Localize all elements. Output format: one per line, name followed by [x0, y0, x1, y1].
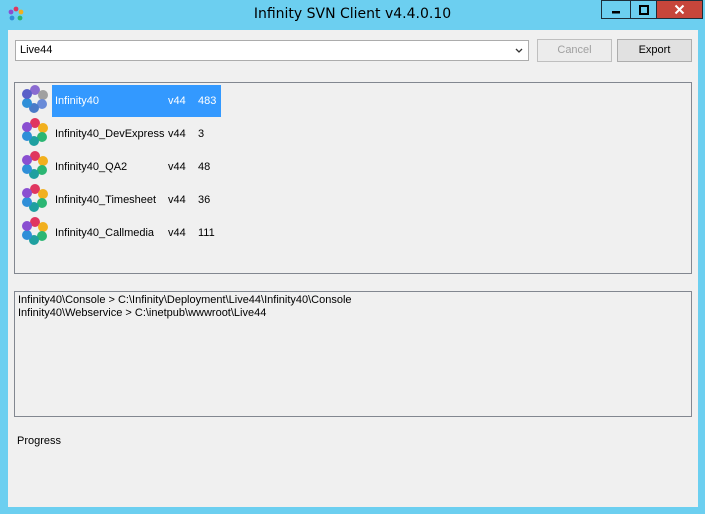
window-title: Infinity SVN Client v4.4.0.10 — [253, 6, 452, 22]
list-item-infinity40-qa2[interactable]: Infinity40_QA2 v44 48 — [20, 150, 225, 183]
branch-select-value: Live44 — [20, 44, 53, 56]
project-name: Infinity40_QA2 — [55, 161, 128, 173]
project-cube-icon — [22, 184, 48, 212]
maximize-button[interactable] — [630, 0, 657, 19]
project-cube-icon — [22, 85, 48, 113]
project-name: Infinity40_Callmedia — [55, 227, 155, 239]
list-item-infinity40-devexpress[interactable]: Infinity40_DevExpress v44 3 — [20, 117, 225, 150]
project-revision: 48 — [198, 161, 211, 173]
project-list[interactable]: Infinity40 v44 483 Infinity40_DevExpress… — [14, 82, 692, 274]
project-version: v44 — [168, 227, 186, 239]
log-line: Infinity40\Webservice > C:\inetpub\wwwro… — [18, 307, 267, 319]
export-button[interactable]: Export — [617, 39, 692, 62]
list-item-infinity40[interactable]: Infinity40 v44 483 — [20, 84, 225, 117]
minimize-button[interactable] — [601, 0, 630, 19]
project-version: v44 — [168, 161, 186, 173]
project-cube-icon — [22, 151, 48, 179]
project-revision: 3 — [198, 128, 205, 140]
project-name: Infinity40_DevExpress — [55, 128, 165, 140]
list-item-infinity40-timesheet[interactable]: Infinity40_Timesheet v44 36 — [20, 183, 225, 216]
project-version: v44 — [168, 194, 186, 206]
project-cube-icon — [22, 217, 48, 245]
progress-label: Progress — [17, 435, 62, 447]
title-bar: Infinity SVN Client v4.4.0.10 — [0, 0, 705, 30]
project-version: v44 — [168, 128, 186, 140]
maximize-icon — [638, 4, 649, 15]
project-revision: 36 — [198, 194, 211, 206]
log-line: Infinity40\Console > C:\Infinity\Deploym… — [18, 294, 352, 306]
client-area: Live44 Cancel Export Infinity40 v44 483 … — [8, 30, 698, 507]
project-revision: 483 — [198, 95, 217, 107]
list-item-infinity40-callmedia[interactable]: Infinity40_Callmedia v44 111 — [20, 216, 225, 249]
branch-select[interactable]: Live44 — [15, 40, 529, 61]
cancel-button[interactable]: Cancel — [537, 39, 612, 62]
project-name: Infinity40_Timesheet — [55, 194, 157, 206]
project-name: Infinity40 — [55, 95, 100, 107]
close-button[interactable] — [657, 0, 703, 19]
minimize-icon — [612, 10, 620, 13]
chevron-down-icon[interactable] — [513, 44, 525, 57]
project-version: v44 — [168, 95, 186, 107]
project-cube-icon — [22, 118, 48, 146]
project-revision: 111 — [198, 227, 215, 239]
output-log[interactable]: Infinity40\Console > C:\Infinity\Deploym… — [14, 291, 692, 417]
close-icon — [674, 4, 685, 15]
